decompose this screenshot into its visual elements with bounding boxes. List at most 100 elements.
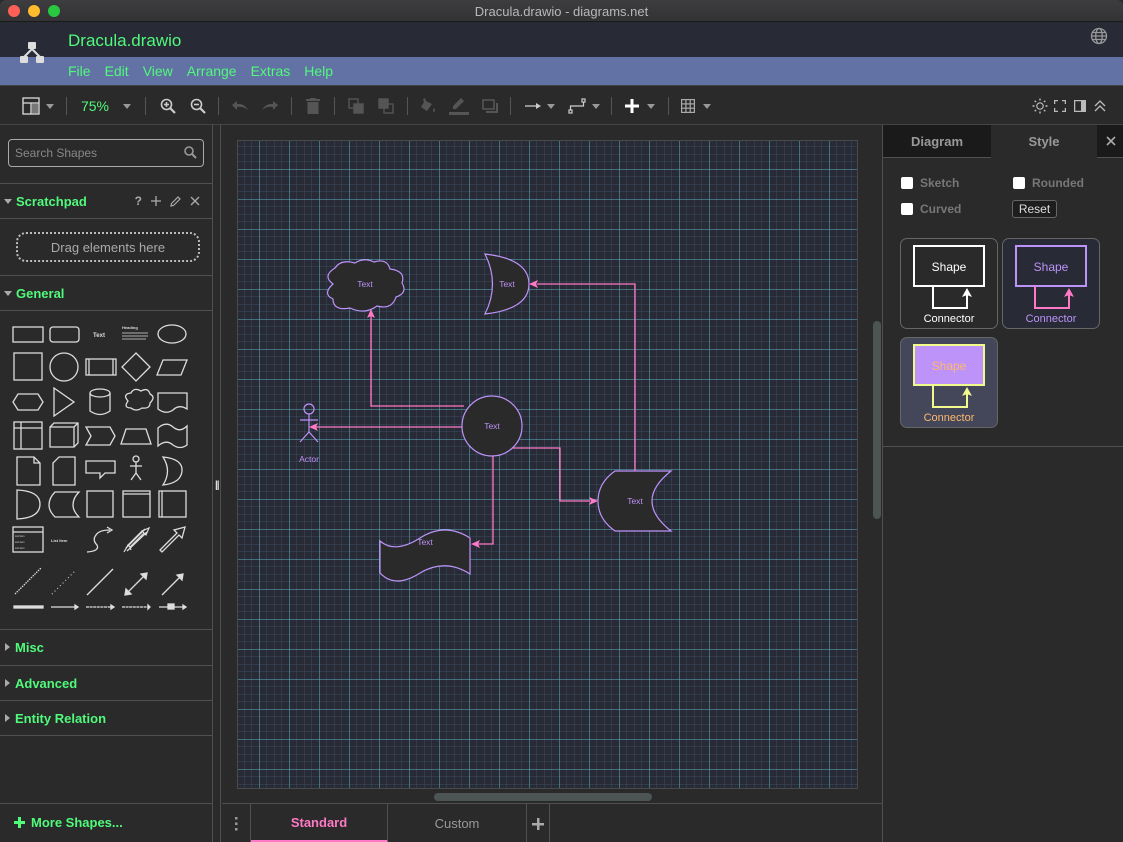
shape-ellipse[interactable] — [157, 324, 187, 344]
add-page-button[interactable] — [527, 804, 550, 842]
reset-button[interactable]: Reset — [1012, 200, 1057, 218]
pages-menu-button[interactable] — [222, 804, 251, 842]
menu-view[interactable]: View — [143, 63, 173, 79]
shape-note[interactable] — [16, 456, 41, 486]
style-swatch-dracula-alt[interactable]: Shape Connector — [900, 337, 998, 428]
delete-button[interactable] — [303, 86, 323, 126]
shape-circle[interactable] — [49, 352, 79, 382]
shape-bidirectional-connector[interactable] — [124, 572, 148, 596]
section-general-header[interactable]: General — [0, 276, 213, 310]
search-input[interactable] — [15, 145, 175, 161]
scratchpad-dropzone[interactable]: Drag elements here — [16, 232, 200, 262]
undo-button[interactable] — [230, 86, 250, 126]
shape-line[interactable] — [86, 568, 114, 596]
shape-cylinder[interactable] — [89, 388, 111, 416]
shape-process[interactable] — [85, 358, 117, 376]
section-misc-header[interactable]: Misc — [0, 630, 213, 664]
zoom-out-button[interactable] — [188, 86, 208, 126]
style-swatch-dracula[interactable]: Shape Connector — [1002, 238, 1100, 329]
shape-or[interactable] — [161, 456, 183, 486]
vertical-scrollbar[interactable] — [873, 321, 881, 519]
shape-text[interactable]: Text — [93, 333, 105, 339]
tab-diagram[interactable]: Diagram — [883, 125, 991, 158]
tab-custom[interactable]: Custom — [388, 804, 527, 842]
shape-bidirectional-arrow[interactable] — [123, 526, 151, 553]
fill-color-button[interactable] — [419, 86, 439, 126]
checkbox-box[interactable] — [901, 177, 913, 189]
collapse-toolbar-button[interactable] — [1091, 86, 1109, 126]
close-format-panel-button[interactable] — [1097, 125, 1123, 158]
shape-connector-with-symbol[interactable] — [159, 603, 188, 611]
shape-connector-with-2-labels[interactable] — [86, 603, 116, 611]
shape-hexagon[interactable] — [12, 393, 44, 411]
shape-cube[interactable] — [49, 422, 79, 448]
shape-diamond[interactable] — [121, 352, 151, 382]
shape-parallelogram[interactable] — [156, 359, 188, 376]
shape-card[interactable] — [52, 456, 76, 486]
globe-icon[interactable] — [1090, 27, 1108, 45]
shape-dotted-line[interactable] — [51, 569, 77, 595]
file-name[interactable]: Dracula.drawio — [68, 31, 181, 51]
shape-tape[interactable] — [157, 423, 188, 449]
shape-stored-data[interactable] — [48, 491, 81, 518]
insert-button[interactable] — [622, 86, 658, 126]
diagram-page[interactable]: Text Text Text Actor Text Text — [237, 140, 858, 789]
shape-rounded-rectangle[interactable] — [49, 326, 80, 343]
redo-button[interactable] — [260, 86, 280, 126]
curved-checkbox[interactable]: Curved — [901, 202, 961, 216]
format-panel-button[interactable] — [20, 86, 56, 126]
add-icon[interactable] — [151, 196, 161, 206]
shape-swimlane[interactable] — [122, 490, 151, 518]
shape-list-item[interactable]: List Item — [51, 538, 68, 543]
shape-curve[interactable] — [86, 526, 114, 553]
style-swatch-default[interactable]: Shape Connector — [900, 238, 998, 329]
checkbox-box[interactable] — [901, 203, 913, 215]
shape-square[interactable] — [13, 352, 43, 381]
sketch-checkbox[interactable]: Sketch — [901, 176, 959, 190]
rounded-checkbox[interactable]: Rounded — [1013, 176, 1084, 190]
to-front-button[interactable] — [346, 86, 366, 126]
line-color-button[interactable] — [449, 86, 469, 126]
menu-extras[interactable]: Extras — [251, 63, 291, 79]
shape-rectangle[interactable] — [12, 326, 44, 343]
zoom-dropdown[interactable]: 75% — [78, 86, 134, 126]
shape-step[interactable] — [84, 426, 116, 446]
shape-textbox[interactable]: Heading — [122, 325, 148, 340]
horizontal-scrollbar[interactable] — [434, 793, 652, 801]
shape-dashed-line[interactable] — [14, 567, 42, 595]
section-entity-relation-header[interactable]: Entity Relation — [0, 701, 213, 735]
shape-list[interactable]: List Item List Item List Item — [12, 526, 44, 553]
theme-button[interactable] — [1031, 86, 1049, 126]
shape-link[interactable] — [13, 605, 44, 609]
shape-connector-with-label[interactable] — [51, 603, 80, 611]
shape-arrow[interactable] — [159, 526, 186, 553]
tab-style[interactable]: Style — [991, 125, 1097, 158]
shape-delay[interactable] — [16, 489, 41, 520]
to-back-button[interactable] — [376, 86, 396, 126]
shape-document[interactable] — [157, 392, 188, 413]
table-button[interactable] — [678, 86, 714, 126]
menu-file[interactable]: File — [68, 63, 91, 79]
menu-arrange[interactable]: Arrange — [187, 63, 237, 79]
checkbox-box[interactable] — [1013, 177, 1025, 189]
shape-callout[interactable] — [85, 460, 116, 480]
waypoints-button[interactable] — [566, 86, 602, 126]
shape-directional-connector[interactable] — [161, 573, 184, 596]
edit-pencil-icon[interactable] — [170, 195, 181, 207]
more-shapes-button[interactable]: More Shapes... — [14, 815, 123, 830]
shape-container[interactable] — [86, 490, 114, 518]
shape-actor[interactable] — [130, 455, 142, 481]
search-icon[interactable] — [184, 146, 197, 159]
close-icon[interactable] — [190, 196, 200, 206]
sidebar-splitter[interactable]: || — [213, 125, 221, 842]
tab-standard[interactable]: Standard — [251, 804, 388, 842]
shape-cloud[interactable] — [124, 388, 154, 411]
section-advanced-header[interactable]: Advanced — [0, 666, 213, 700]
shadow-button[interactable] — [479, 86, 501, 126]
connection-style-button[interactable] — [522, 86, 558, 126]
shape-internal-storage[interactable] — [13, 421, 43, 450]
toggle-format-panel-button[interactable] — [1071, 86, 1089, 126]
shape-trapezoid[interactable] — [120, 428, 152, 445]
menu-edit[interactable]: Edit — [105, 63, 129, 79]
help-icon[interactable]: ? — [135, 194, 142, 208]
